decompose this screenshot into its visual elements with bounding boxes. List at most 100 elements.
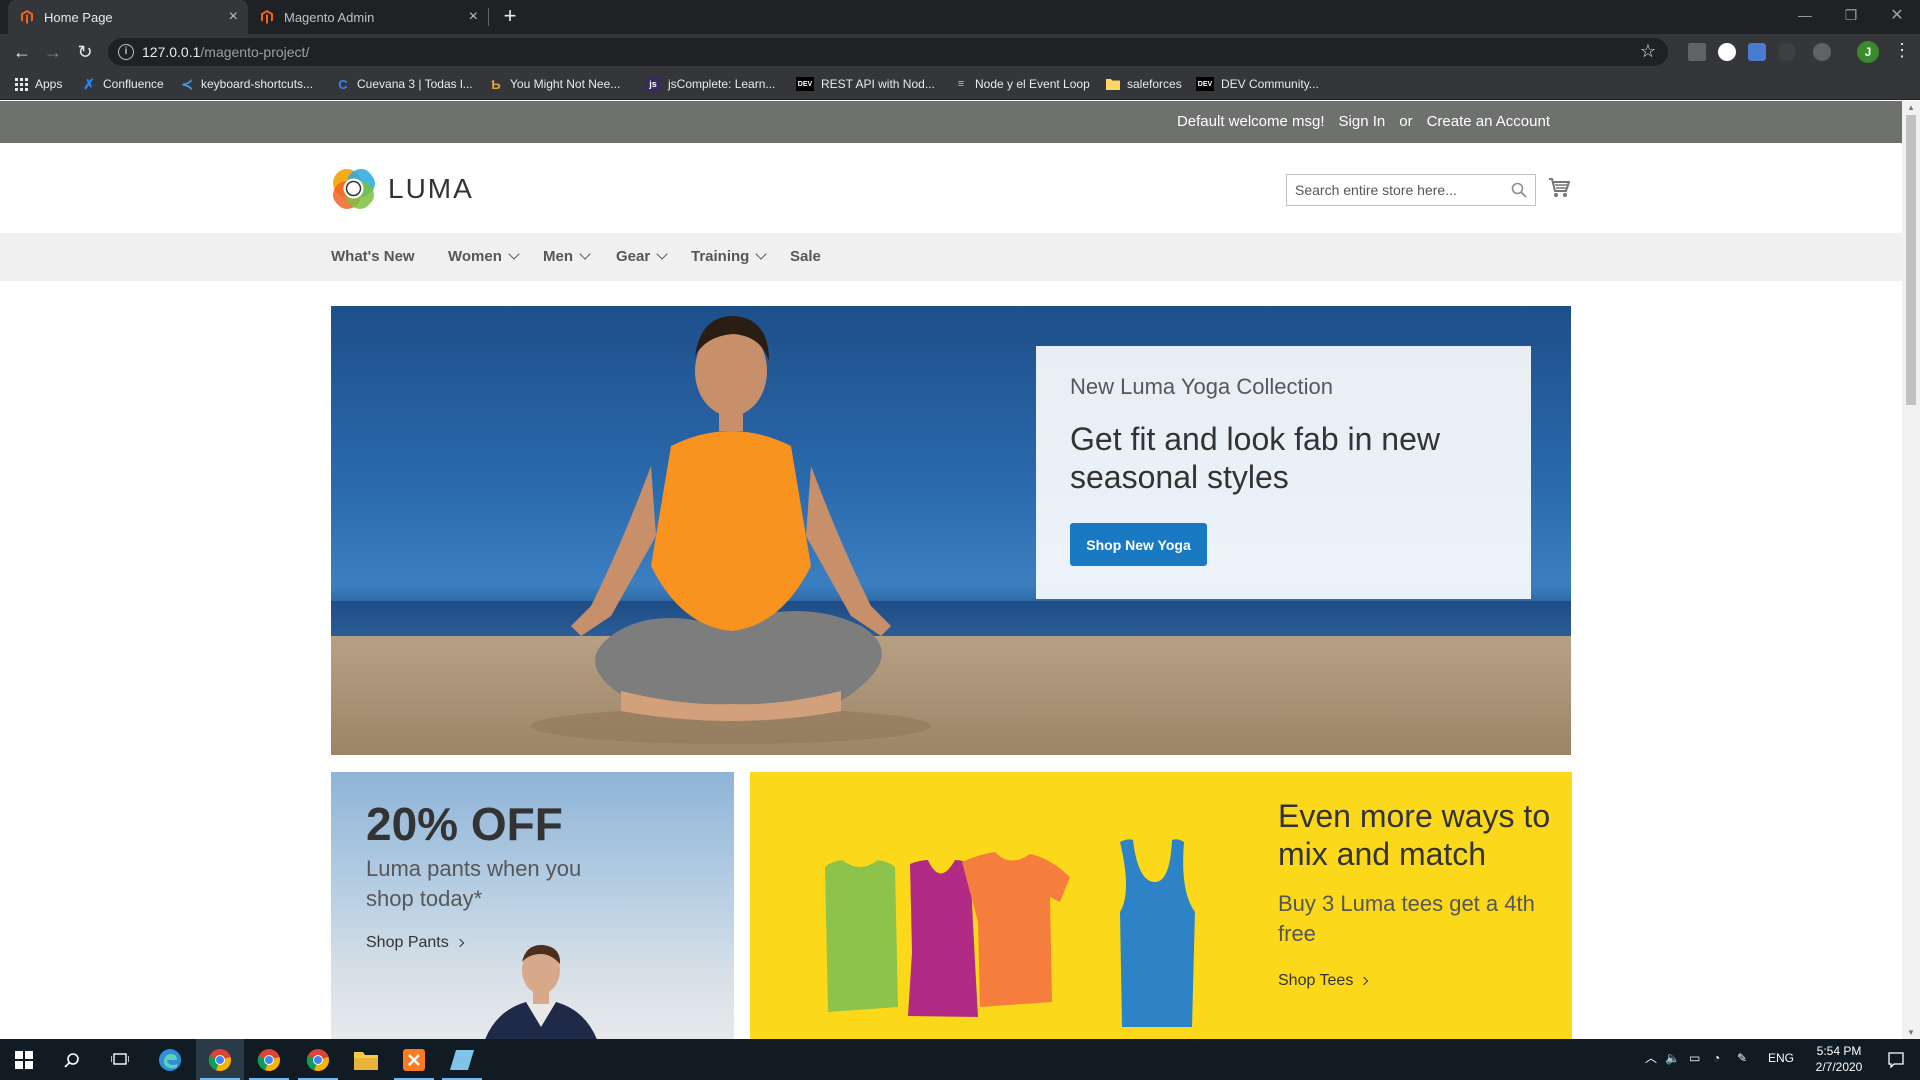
nav-label: Women xyxy=(448,248,502,265)
nav-item-women[interactable]: Women xyxy=(448,248,520,265)
extension-icon[interactable] xyxy=(1813,43,1831,61)
yoga-woman-image xyxy=(531,316,931,744)
shop-tees-link[interactable]: Shop Tees xyxy=(1278,972,1369,990)
scrollbar-thumb[interactable] xyxy=(1906,115,1916,405)
back-arrow-icon[interactable]: ← xyxy=(10,40,34,64)
scroll-down-arrow-icon[interactable]: ▼ xyxy=(1907,1028,1915,1037)
pen-icon[interactable]: ✎ xyxy=(1737,1051,1747,1065)
language-indicator[interactable]: ENG xyxy=(1768,1051,1794,1065)
nav-item-whats-new[interactable]: What's New xyxy=(331,248,415,265)
file-explorer-icon[interactable] xyxy=(342,1039,390,1080)
minimize-icon[interactable]: — xyxy=(1782,0,1828,30)
app-taskbar-icon[interactable] xyxy=(438,1039,486,1080)
bookmark-cuevana[interactable]: C Cuevana 3 | Todas l... xyxy=(336,76,472,92)
vscode-icon: ≺ xyxy=(181,75,193,92)
bookmark-label: REST API with Nod... xyxy=(821,77,935,91)
bookmark-label: DEV Community... xyxy=(1221,77,1319,91)
chrome-taskbar-icon[interactable] xyxy=(196,1039,244,1080)
taskbar-clock[interactable]: 5:54 PM 2/7/2020 xyxy=(1808,1043,1870,1075)
chevron-up-icon[interactable]: ︿ xyxy=(1645,1049,1657,1066)
tees-image xyxy=(825,839,1195,1027)
nav-item-gear[interactable]: Gear xyxy=(616,248,668,265)
shop-new-yoga-button[interactable]: Shop New Yoga xyxy=(1070,523,1207,566)
reload-icon[interactable]: ↻ xyxy=(73,40,97,64)
chevron-down-icon xyxy=(755,248,768,260)
extension-icon[interactable] xyxy=(1688,43,1706,61)
url-text: 127.0.0.1/magento-project/ xyxy=(142,44,309,60)
bookmark-keyboard-shortcuts[interactable]: ≺ keyboard-shortcuts... xyxy=(180,75,313,92)
extension-icon[interactable] xyxy=(1718,43,1736,61)
address-bar[interactable]: i 127.0.0.1/magento-project/ ☆ xyxy=(108,38,1668,66)
nav-item-men[interactable]: Men xyxy=(543,248,591,265)
folder-icon xyxy=(1106,77,1120,91)
notifications-icon[interactable] xyxy=(1872,1039,1920,1080)
xampp-icon[interactable] xyxy=(390,1039,438,1080)
forward-arrow-icon[interactable]: → xyxy=(41,40,65,64)
nav-item-training[interactable]: Training xyxy=(691,248,768,265)
search-box xyxy=(1286,174,1536,206)
search-input[interactable] xyxy=(1287,175,1497,205)
info-icon[interactable]: i xyxy=(118,44,134,60)
wifi-icon[interactable]: ◔ xyxy=(1713,1051,1720,1065)
close-tab-icon[interactable]: × xyxy=(229,8,238,26)
tees-headline: Even more ways to mix and match xyxy=(1278,798,1551,872)
browser-tab-bar: Home Page × Magento Admin × + — ❐ ✕ xyxy=(0,0,1920,34)
create-account-link[interactable]: Create an Account xyxy=(1427,113,1550,130)
task-view-icon[interactable] xyxy=(96,1039,144,1080)
bookmark-you-might-not-need[interactable]: Ƅ You Might Not Nee... xyxy=(489,76,620,92)
dev-icon: DEV xyxy=(1196,77,1214,91)
shop-pants-link[interactable]: Shop Pants xyxy=(366,934,464,952)
battery-icon[interactable]: ▭ xyxy=(1689,1051,1700,1065)
logo-text: LUMA xyxy=(388,172,474,204)
chrome-taskbar-icon[interactable] xyxy=(294,1039,342,1080)
bookmark-star-icon[interactable]: ☆ xyxy=(1640,41,1656,62)
tab-magento-admin[interactable]: Magento Admin × xyxy=(248,0,489,34)
translate-extension-icon[interactable] xyxy=(1748,43,1766,61)
bookmark-node-event-loop[interactable]: ≡ Node y el Event Loop xyxy=(954,77,1090,91)
nav-label: What's New xyxy=(331,248,415,265)
bookmark-apps[interactable]: Apps xyxy=(14,77,62,91)
extension-icon[interactable] xyxy=(1778,43,1796,61)
tab-label: Home Page xyxy=(44,9,113,25)
luma-logo-icon xyxy=(333,169,375,209)
nav-item-sale[interactable]: Sale xyxy=(790,248,821,265)
new-tab-button[interactable]: + xyxy=(498,4,522,28)
page-icon: ≡ xyxy=(957,78,965,90)
tab-separator xyxy=(488,8,489,26)
bookmark-dev-community[interactable]: DEV DEV Community... xyxy=(1196,77,1319,91)
bookmark-jscomplete[interactable]: js jsComplete: Learn... xyxy=(645,77,775,91)
pants-promo-block[interactable]: 20% OFF Luma pants when you shop today* … xyxy=(331,772,734,1039)
search-icon[interactable] xyxy=(1511,182,1527,198)
bookmark-rest-api[interactable]: DEV REST API with Nod... xyxy=(796,77,935,91)
profile-avatar[interactable]: J xyxy=(1857,41,1879,63)
page-scrollbar[interactable]: ▲ ▼ xyxy=(1902,101,1920,1039)
luma-logo[interactable]: LUMA xyxy=(331,166,474,211)
tees-promo-block[interactable]: Even more ways to mix and match Buy 3 Lu… xyxy=(750,772,1572,1039)
tab-home-page[interactable]: Home Page × xyxy=(8,0,248,34)
close-window-icon[interactable]: ✕ xyxy=(1874,0,1920,30)
magento-icon xyxy=(21,10,33,24)
store-page: Default welcome msg! Sign In or Create a… xyxy=(0,101,1902,1039)
hero-banner[interactable]: New Luma Yoga Collection Get fit and loo… xyxy=(331,306,1571,755)
menu-icon[interactable]: ⋮ xyxy=(1893,40,1911,61)
cuevana-icon: C xyxy=(338,76,348,92)
restore-icon[interactable]: ❐ xyxy=(1828,0,1874,30)
bookmark-label: Node y el Event Loop xyxy=(975,77,1090,91)
url-path: /magento-project/ xyxy=(200,44,310,60)
bookmark-logo-icon: Ƅ xyxy=(491,76,501,92)
browser-toolbar: ← → ↻ i 127.0.0.1/magento-project/ ☆ xyxy=(0,34,1920,70)
search-icon[interactable] xyxy=(48,1039,96,1080)
windows-start-icon[interactable] xyxy=(0,1039,48,1080)
bookmark-saleforces[interactable]: saleforces xyxy=(1106,77,1182,91)
chrome-taskbar-icon[interactable] xyxy=(245,1039,293,1080)
scroll-up-arrow-icon[interactable]: ▲ xyxy=(1907,103,1915,112)
tab-label: Magento Admin xyxy=(284,9,375,25)
cart-icon[interactable] xyxy=(1548,177,1570,199)
volume-icon[interactable]: 🔈 xyxy=(1665,1051,1680,1065)
sign-in-link[interactable]: Sign In xyxy=(1339,113,1386,130)
close-tab-icon[interactable]: × xyxy=(469,8,478,26)
welcome-message: Default welcome msg! xyxy=(1176,113,1325,130)
edge-icon[interactable] xyxy=(146,1039,194,1080)
bookmark-confluence[interactable]: ✗ Confluence xyxy=(82,76,164,92)
jscomplete-icon: js xyxy=(645,77,661,91)
